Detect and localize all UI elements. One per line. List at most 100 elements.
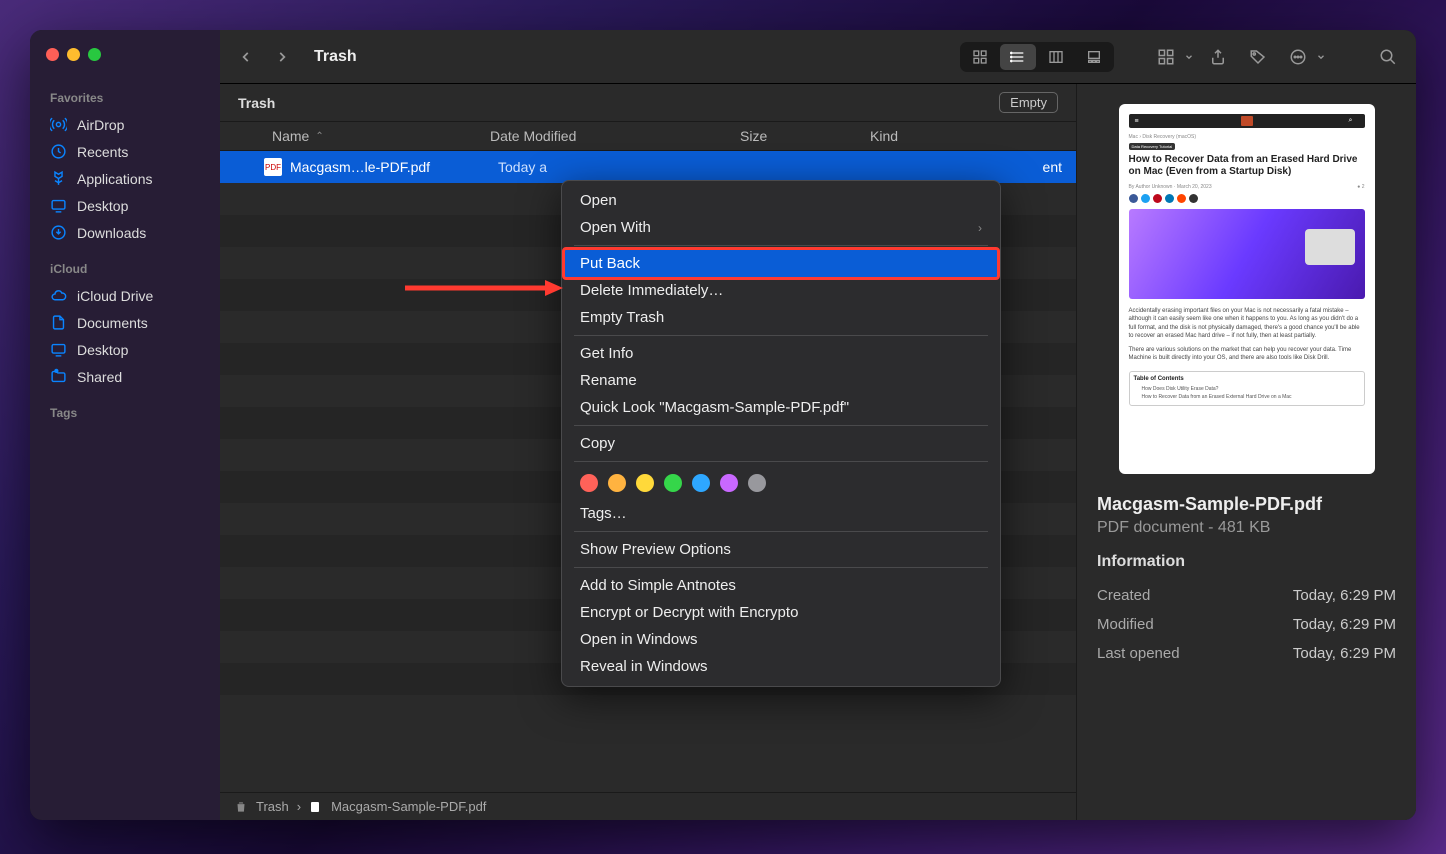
path-item[interactable]: Macgasm-Sample-PDF.pdf <box>331 799 486 814</box>
menu-item-tags[interactable]: Tags… <box>562 500 1000 527</box>
thumb-article-title: How to Recover Data from an Erased Hard … <box>1129 154 1365 178</box>
back-button[interactable] <box>232 43 260 71</box>
sidebar-item-icloud-drive[interactable]: iCloud Drive <box>30 282 220 309</box>
info-row-modified: Modified Today, 6:29 PM <box>1097 610 1396 639</box>
apps-icon <box>50 170 67 187</box>
menu-item-quick-look[interactable]: Quick Look "Macgasm-Sample-PDF.pdf" <box>562 394 1000 421</box>
menu-item-copy[interactable]: Copy <box>562 430 1000 457</box>
action-menu-button[interactable] <box>1282 43 1326 71</box>
sidebar-item-label: AirDrop <box>77 117 124 133</box>
menu-item-put-back[interactable]: Put Back <box>562 247 1000 280</box>
preview-pane: ≡ ⌕ Mac › Disk Recovery (macOS) Data Rec… <box>1076 84 1416 820</box>
sidebar-item-airdrop[interactable]: AirDrop <box>30 111 220 138</box>
context-menu: Open Open With › Put Back Delete Immedia… <box>561 180 1001 687</box>
sidebar-item-downloads[interactable]: Downloads <box>30 219 220 246</box>
tag-dot-purple[interactable] <box>720 474 738 492</box>
thumb-toc: Table of Contents How Does Disk Utility … <box>1129 371 1365 406</box>
airdrop-icon <box>50 116 67 133</box>
file-row[interactable]: PDF Macgasm…le-PDF.pdf Today a ent <box>220 151 1076 183</box>
sidebar-header: Tags <box>30 402 220 426</box>
info-label: Last opened <box>1097 645 1180 662</box>
menu-item-get-info[interactable]: Get Info <box>562 340 1000 367</box>
thumb-social-icons <box>1129 194 1365 203</box>
column-header-date[interactable]: Date Modified <box>480 128 730 144</box>
forward-button[interactable] <box>268 43 296 71</box>
sidebar-item-documents[interactable]: Documents <box>30 309 220 336</box>
location-title: Trash <box>238 95 275 111</box>
menu-separator <box>574 567 988 568</box>
tag-dot-green[interactable] <box>664 474 682 492</box>
menu-item-open-with[interactable]: Open With › <box>562 214 1000 241</box>
site-logo-icon <box>1241 116 1253 126</box>
sidebar-header: Favorites <box>30 87 220 111</box>
preview-filename: Macgasm-Sample-PDF.pdf <box>1097 494 1396 515</box>
thumb-paragraph: Accidentally erasing important files on … <box>1129 307 1365 341</box>
close-window-button[interactable] <box>46 48 59 61</box>
thumb-badge: Data Recovery Tutorial <box>1129 143 1176 150</box>
group-by-button[interactable] <box>1150 43 1194 71</box>
menu-item-open[interactable]: Open <box>562 187 1000 214</box>
menu-item-reveal-in-windows[interactable]: Reveal in Windows <box>562 653 1000 680</box>
sidebar-section-favorites: Favorites AirDrop Recents Applications D… <box>30 81 220 252</box>
view-mode-group <box>960 42 1114 72</box>
path-separator: › <box>297 799 301 814</box>
menu-separator <box>574 245 988 246</box>
menu-item-add-to-antnotes[interactable]: Add to Simple Antnotes <box>562 572 1000 599</box>
sidebar-item-label: Desktop <box>77 198 128 214</box>
sidebar-section-tags: Tags <box>30 396 220 432</box>
sidebar-item-label: Desktop <box>77 342 128 358</box>
menu-item-encrypt[interactable]: Encrypt or Decrypt with Encrypto <box>562 599 1000 626</box>
sidebar-item-recents[interactable]: Recents <box>30 138 220 165</box>
info-label: Created <box>1097 587 1150 604</box>
tag-dot-orange[interactable] <box>608 474 626 492</box>
column-header-kind[interactable]: Kind <box>860 128 1076 144</box>
tag-color-row <box>562 466 1000 500</box>
menu-item-rename[interactable]: Rename <box>562 367 1000 394</box>
thumb-hero-image <box>1129 209 1365 299</box>
info-value: Today, 6:29 PM <box>1293 616 1396 633</box>
clock-icon <box>50 143 67 160</box>
sidebar-item-desktop[interactable]: Desktop <box>30 192 220 219</box>
list-view-button[interactable] <box>1000 44 1036 70</box>
minimize-window-button[interactable] <box>67 48 80 61</box>
sidebar-item-shared[interactable]: Shared <box>30 363 220 390</box>
sidebar-item-label: Documents <box>77 315 148 331</box>
column-view-button[interactable] <box>1038 44 1074 70</box>
tag-dot-yellow[interactable] <box>636 474 654 492</box>
menu-item-show-preview-options[interactable]: Show Preview Options <box>562 536 1000 563</box>
gallery-view-button[interactable] <box>1076 44 1112 70</box>
share-button[interactable] <box>1202 43 1234 71</box>
path-bar: Trash › Macgasm-Sample-PDF.pdf <box>220 792 1076 820</box>
info-value: Today, 6:29 PM <box>1293 587 1396 604</box>
sidebar-item-applications[interactable]: Applications <box>30 165 220 192</box>
trash-icon <box>234 800 248 814</box>
shared-folder-icon <box>50 368 67 385</box>
menu-item-empty-trash[interactable]: Empty Trash <box>562 304 1000 331</box>
preview-thumbnail[interactable]: ≡ ⌕ Mac › Disk Recovery (macOS) Data Rec… <box>1119 104 1375 474</box>
preview-subtitle: PDF document - 481 KB <box>1097 519 1396 537</box>
icon-view-button[interactable] <box>962 44 998 70</box>
path-item[interactable]: Trash <box>256 799 289 814</box>
sidebar-header: iCloud <box>30 258 220 282</box>
column-header-size[interactable]: Size <box>730 128 860 144</box>
sidebar-item-label: Applications <box>77 171 153 187</box>
tags-button[interactable] <box>1242 43 1274 71</box>
sidebar-item-label: Shared <box>77 369 122 385</box>
empty-trash-button[interactable]: Empty <box>999 92 1058 113</box>
menu-separator <box>574 335 988 336</box>
menu-item-open-in-windows[interactable]: Open in Windows <box>562 626 1000 653</box>
desktop-icon <box>50 341 67 358</box>
tag-dot-gray[interactable] <box>748 474 766 492</box>
column-headers: Name⌃ Date Modified Size Kind <box>220 122 1076 151</box>
column-header-name[interactable]: Name⌃ <box>220 128 480 144</box>
maximize-window-button[interactable] <box>88 48 101 61</box>
document-icon <box>50 314 67 331</box>
menu-item-delete-immediately[interactable]: Delete Immediately… <box>562 277 1000 304</box>
sort-ascending-icon: ⌃ <box>315 131 323 142</box>
tag-dot-red[interactable] <box>580 474 598 492</box>
search-button[interactable] <box>1372 43 1404 71</box>
thumb-paragraph: There are various solutions on the marke… <box>1129 346 1365 363</box>
sidebar-item-desktop-icloud[interactable]: Desktop <box>30 336 220 363</box>
tag-dot-blue[interactable] <box>692 474 710 492</box>
info-row-created: Created Today, 6:29 PM <box>1097 581 1396 610</box>
